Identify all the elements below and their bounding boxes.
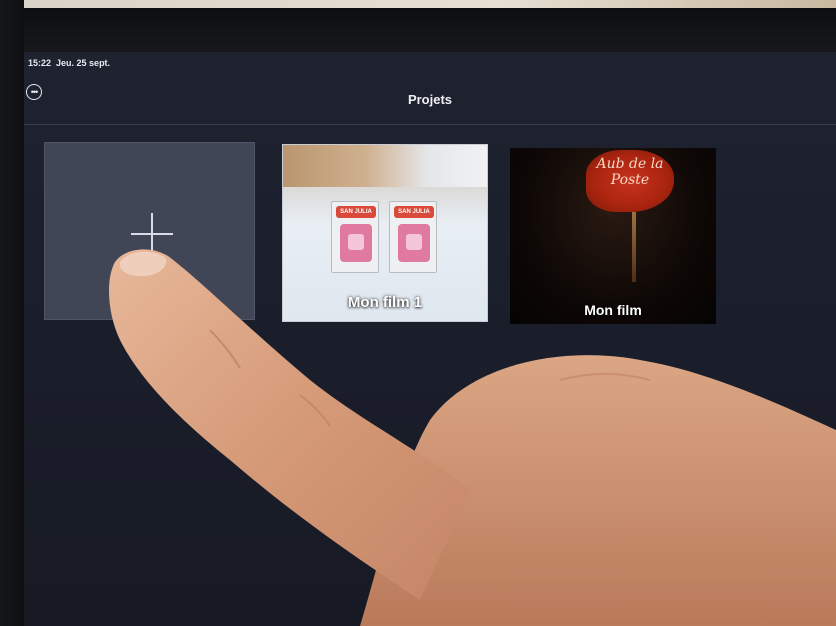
photo: 15:22 Jeu. 25 sept. ••• Projets SAN JULI… [0,0,836,626]
pointing-hand [108,249,836,626]
